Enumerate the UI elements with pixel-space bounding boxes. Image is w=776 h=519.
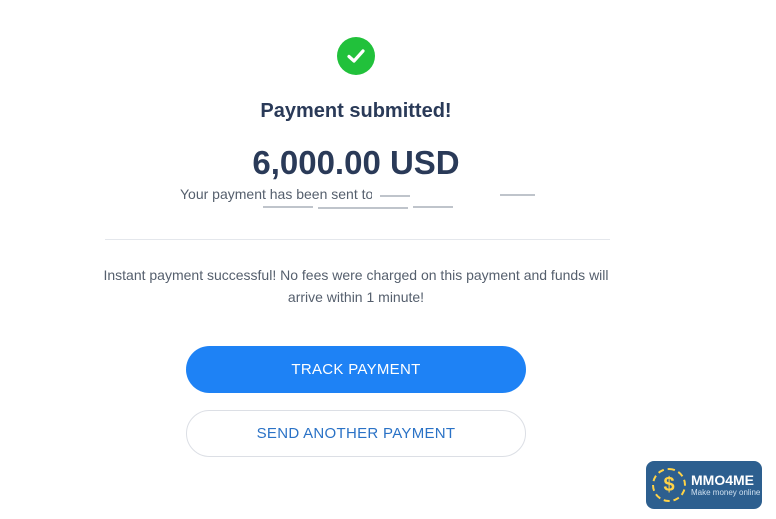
redaction-residue (413, 206, 453, 208)
watermark-name: MMO4ME (691, 472, 754, 488)
redaction-residue (318, 207, 408, 209)
recipient-message: Your payment has been sent to (180, 186, 374, 202)
dollar-coin-icon: $ (652, 468, 686, 502)
watermark-tagline: Make money online (691, 488, 761, 497)
instant-payment-message: Instant payment successful! No fees were… (103, 267, 609, 305)
payment-amount: 6,000.00 USD (252, 144, 460, 181)
page-title: Payment submitted! (260, 100, 452, 122)
watermark-badge: $ MMO4ME Make money online (646, 461, 762, 509)
watermark-text: MMO4ME Make money online (691, 472, 760, 498)
check-circle-icon (337, 37, 375, 75)
send-another-payment-button[interactable]: SEND ANOTHER PAYMENT (186, 410, 526, 457)
payment-confirmation-page: Payment submitted! 6,000.00 USD Your pay… (0, 0, 776, 519)
redaction-residue (380, 195, 410, 197)
redaction-residue (500, 194, 535, 196)
divider (105, 239, 610, 240)
redaction-residue (263, 206, 313, 208)
track-payment-button[interactable]: TRACK PAYMENT (186, 346, 526, 393)
